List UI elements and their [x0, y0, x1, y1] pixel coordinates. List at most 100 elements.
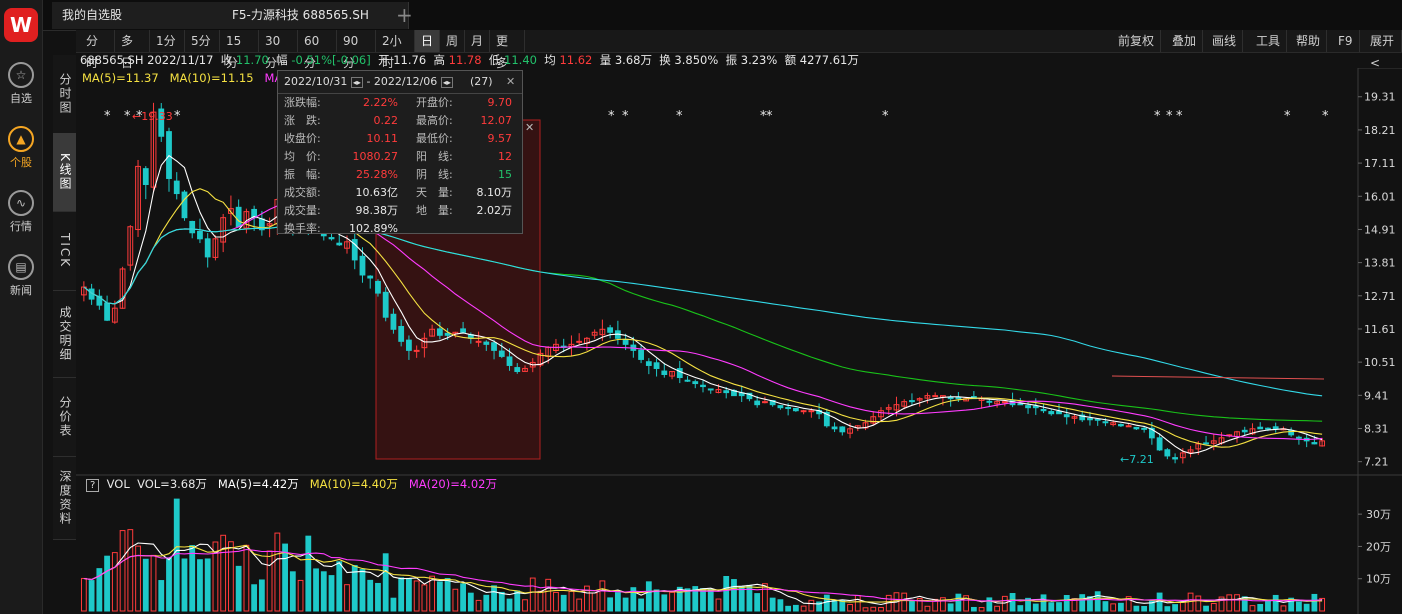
tool-1[interactable]: 叠加 — [1166, 30, 1204, 52]
period-7[interactable]: 90分 — [337, 30, 376, 70]
star-icon: ☆ — [8, 62, 34, 88]
volume-bar — [328, 575, 335, 612]
period-1[interactable]: 多日 — [115, 30, 150, 70]
candle-body — [1102, 421, 1109, 424]
event-marker-icon: * — [136, 109, 143, 124]
close-icon[interactable]: ✕ — [506, 71, 515, 93]
side-tab-0[interactable]: 分时图 — [53, 55, 76, 134]
tab-stock[interactable]: F5-力源科技 688565.SH — [222, 2, 409, 29]
period-4[interactable]: 15分 — [220, 30, 259, 70]
side-tab-4[interactable]: 分价表 — [53, 378, 76, 457]
volume-bar — [1110, 603, 1117, 612]
volume-bar — [1009, 593, 1016, 612]
volume-bar — [560, 594, 567, 612]
volume-bar — [800, 605, 807, 612]
volume-bar — [390, 597, 397, 612]
popup-value: 8.10万 — [476, 186, 513, 199]
popup-label: 收盘价: — [284, 132, 321, 145]
volume-bar — [1056, 602, 1062, 612]
volume-bar — [568, 590, 575, 612]
volume-bar — [119, 530, 126, 612]
volume-bar — [777, 599, 784, 612]
event-marker-icon: * — [766, 109, 773, 124]
candle-body — [986, 400, 993, 403]
tab-watchlist[interactable]: 我的自选股 — [52, 2, 223, 29]
candle-body — [653, 362, 660, 369]
range-end-stepper-icon[interactable]: ◂▸ — [440, 77, 453, 88]
volume-bar — [204, 558, 211, 612]
period-12[interactable]: 更多 — [490, 30, 525, 70]
volume-bar — [127, 529, 134, 612]
kline-chart[interactable]: ✕ 19.31 18.21 17.11 16.01 14.91 13.81 12.71 11.6… — [76, 68, 1402, 614]
period-2[interactable]: 1分 — [150, 30, 185, 52]
rail-news[interactable]: ▤ 新闻 — [0, 254, 42, 298]
period-9[interactable]: 日 — [415, 30, 440, 52]
vol-tick-label: 30万 — [1366, 508, 1391, 521]
volume-bar — [792, 604, 799, 612]
volume-value: 3.68万 — [614, 53, 652, 67]
period-3[interactable]: 5分 — [185, 30, 220, 52]
rail-watchlist[interactable]: ☆ 自选 — [0, 62, 42, 106]
period-11[interactable]: 月 — [465, 30, 490, 52]
rail-stock[interactable]: ▲ 个股 — [0, 126, 42, 170]
period-6[interactable]: 60分 — [298, 30, 337, 70]
event-marker-icon: * — [124, 109, 131, 124]
volume-bar — [808, 599, 815, 612]
side-tab-3[interactable]: 成交明细 — [53, 291, 76, 378]
rail-market[interactable]: ∿ 行情 — [0, 190, 42, 234]
side-tab-5[interactable]: 深度资料 — [53, 457, 76, 540]
volume-bar — [282, 543, 288, 612]
candle-body — [189, 220, 196, 234]
vol-ma10: MA(10)=4.40万 — [309, 477, 398, 491]
tool-6[interactable]: 展开< — [1364, 30, 1402, 70]
swing-label: 振 — [725, 53, 738, 67]
vol-tick-label: 20万 — [1366, 540, 1391, 553]
volume-bar — [189, 545, 196, 612]
volume-bar — [1203, 605, 1209, 612]
period-5[interactable]: 30分 — [259, 30, 298, 70]
volume-bar — [738, 586, 745, 612]
tool-4[interactable]: 帮助 — [1290, 30, 1328, 52]
event-marker-icon: * — [676, 109, 683, 124]
tool-0[interactable]: 前复权 — [1112, 30, 1162, 52]
side-tab-1[interactable]: K线图 — [53, 133, 76, 212]
volume-bar — [475, 599, 482, 612]
ma10-label: MA(10)=11.15 — [169, 71, 254, 85]
popup-value: 15 — [498, 168, 512, 181]
candle-body — [398, 325, 405, 342]
change-label: 幅 — [276, 53, 288, 67]
amount-label: 额 — [784, 53, 797, 67]
volume-bar — [88, 580, 95, 612]
price-tick-label: 9.41 — [1364, 389, 1389, 402]
volume-bar — [545, 578, 552, 612]
candle-body — [1203, 442, 1209, 445]
volume-bar — [104, 555, 110, 612]
popup-value: 9.70 — [487, 96, 513, 109]
candle-body — [839, 426, 846, 433]
tool-2[interactable]: 画线 — [1206, 30, 1244, 52]
volume-bar — [970, 606, 977, 612]
period-0[interactable]: 分时 — [80, 30, 115, 70]
candle-body — [1172, 457, 1178, 460]
volume-bar — [1311, 593, 1318, 612]
side-tab-2[interactable]: TICK — [53, 212, 76, 291]
volume-bar — [862, 607, 869, 612]
volume-bar — [576, 598, 583, 612]
popup-label: 涨跌幅: — [284, 96, 321, 109]
candle-body — [1141, 427, 1148, 430]
tool-3[interactable]: 工具 — [1250, 30, 1288, 52]
candle-body — [367, 275, 374, 279]
event-marker-icon: * — [622, 109, 629, 124]
trend-icon: ∿ — [8, 190, 34, 216]
help-icon[interactable]: ? — [86, 479, 100, 492]
app-logo[interactable]: W — [4, 8, 38, 42]
range-start-stepper-icon[interactable]: ◂▸ — [350, 77, 363, 88]
volume-bar — [305, 535, 312, 612]
add-tab-icon[interactable]: + — [396, 3, 413, 27]
period-10[interactable]: 周 — [440, 30, 465, 52]
tool-5[interactable]: F9 — [1332, 30, 1360, 52]
volume-bar — [522, 599, 528, 612]
candle-body — [1272, 426, 1279, 430]
period-8[interactable]: 2小时 — [376, 30, 415, 70]
candle-body — [336, 242, 343, 246]
